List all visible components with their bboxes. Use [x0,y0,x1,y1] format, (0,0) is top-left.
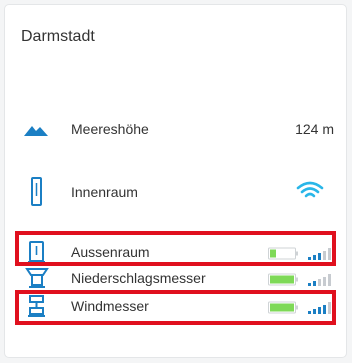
wifi-icon [295,179,325,201]
highlight-anemometer [15,290,336,325]
station-name: Darmstadt [21,28,95,45]
rain-gauge-label: Niederschlagsmesser [71,270,206,286]
altitude-value: 124 m [295,121,334,137]
row-altitude: Meereshöhe 124 m [5,118,346,142]
row-rain-gauge[interactable]: Niederschlagsmesser [5,267,346,291]
battery-icon [268,273,298,286]
altitude-label: Meereshöhe [71,121,149,137]
indoor-sensor-icon [20,177,54,207]
indoor-label: Innenraum [71,184,138,200]
row-indoor[interactable]: Innenraum [5,177,346,207]
rain-gauge-status [268,271,338,287]
rain-gauge-icon [20,267,54,291]
mountain-icon [20,118,54,142]
signal-icon [308,274,331,286]
highlight-outdoor [15,231,336,266]
